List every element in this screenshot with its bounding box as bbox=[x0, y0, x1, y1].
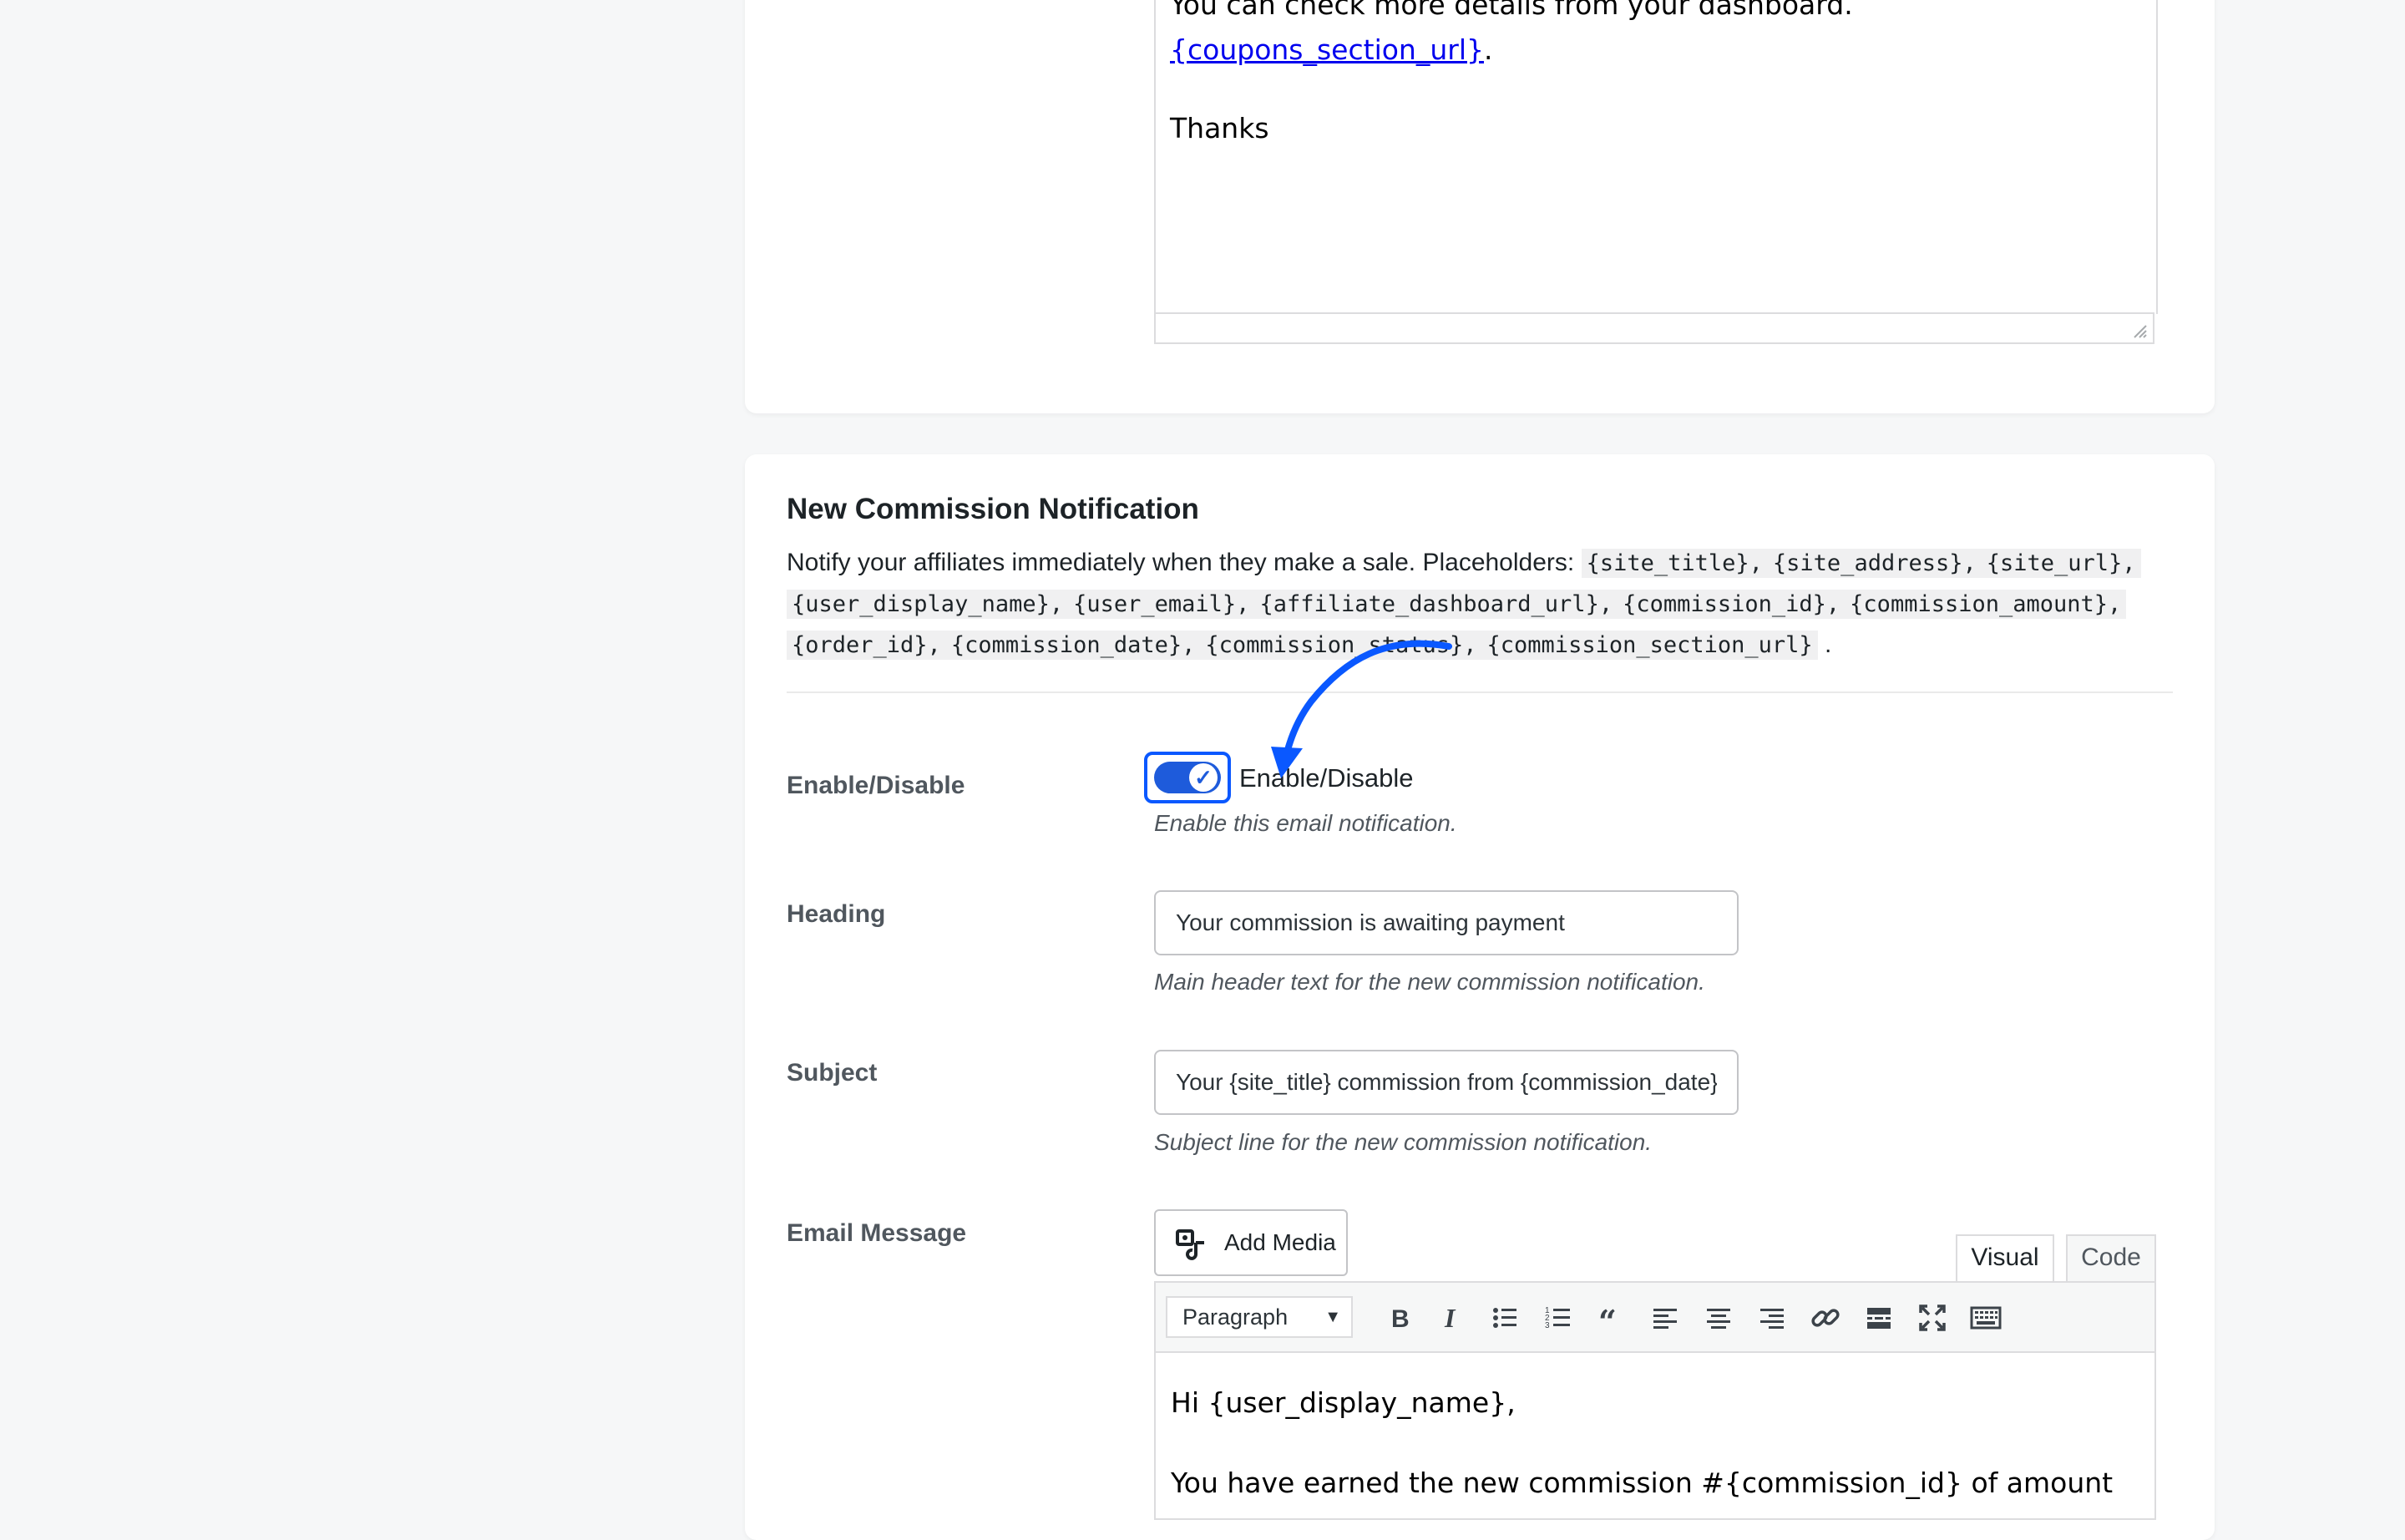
numbered-list-icon[interactable]: 1 2 3 bbox=[1542, 1301, 1575, 1335]
placeholder-commission-status: {commission_status}, bbox=[1200, 631, 1482, 660]
svg-text:B: B bbox=[1391, 1305, 1410, 1333]
placeholder-site-url: {site_url}, bbox=[1981, 549, 2141, 578]
checkmark-icon: ✓ bbox=[1189, 763, 1218, 792]
email-message-label: Email Message bbox=[787, 1219, 967, 1247]
format-select-value: Paragraph bbox=[1182, 1304, 1289, 1330]
italic-icon[interactable]: I bbox=[1435, 1301, 1468, 1335]
enable-toggle-highlight[interactable]: ✓ bbox=[1144, 752, 1231, 803]
enable-checkbox-label[interactable]: Enable/Disable bbox=[1239, 763, 1414, 793]
add-media-label: Add Media bbox=[1224, 1229, 1336, 1255]
tab-visual[interactable]: Visual bbox=[1956, 1234, 2054, 1284]
fullscreen-icon[interactable] bbox=[1916, 1301, 1949, 1335]
section-divider bbox=[787, 691, 2173, 693]
link-icon[interactable] bbox=[1809, 1301, 1842, 1335]
editor-line: You have earned the new commission #{com… bbox=[1171, 1467, 2114, 1499]
placeholder-commission-amount: {commission_amount}, bbox=[1845, 590, 2127, 619]
placeholder-user-email: {user_email}, bbox=[1068, 590, 1255, 619]
editor-line-link: {coupons_section_url}. bbox=[1170, 33, 1493, 66]
section-description: Notify your affiliates immediately when … bbox=[787, 543, 2173, 666]
heading-help-text: Main header text for the new commission … bbox=[1154, 969, 1705, 995]
editor-status-bar bbox=[1154, 312, 2154, 344]
subject-label: Subject bbox=[787, 1059, 878, 1087]
editor-line: Hi {user_display_name}, bbox=[1171, 1386, 1516, 1419]
placeholder-user-display-name: {user_display_name}, bbox=[787, 590, 1069, 619]
subject-input[interactable] bbox=[1154, 1050, 1739, 1115]
chevron-down-icon: ▼ bbox=[1324, 1308, 1341, 1326]
description-prefix: Notify your affiliates immediately when … bbox=[787, 549, 1575, 576]
align-left-icon[interactable] bbox=[1648, 1301, 1682, 1335]
svg-text:I: I bbox=[1444, 1303, 1456, 1333]
bold-icon[interactable]: B bbox=[1381, 1301, 1415, 1335]
tab-code[interactable]: Code bbox=[2066, 1234, 2156, 1281]
enable-disable-label: Enable/Disable bbox=[787, 772, 965, 799]
add-media-icon bbox=[1176, 1229, 1204, 1260]
resize-handle-icon[interactable] bbox=[2131, 322, 2148, 339]
placeholder-site-address: {site_address}, bbox=[1767, 549, 1982, 578]
previous-email-editor[interactable]: You can check more details from your das… bbox=[1154, 0, 2158, 314]
enable-help-text: Enable this email notification. bbox=[1154, 810, 1457, 836]
toolbar-toggle-icon[interactable] bbox=[1969, 1301, 2002, 1335]
svg-text:“: “ bbox=[1598, 1303, 1617, 1335]
placeholder-commission-date: {commission_date}, bbox=[945, 631, 1201, 660]
placeholder-commission-id: {commission_id}, bbox=[1618, 590, 1846, 619]
align-right-icon[interactable] bbox=[1755, 1301, 1789, 1335]
add-media-button[interactable]: Add Media bbox=[1154, 1209, 1348, 1276]
heading-input[interactable] bbox=[1154, 890, 1739, 955]
placeholder-affiliate-dashboard-url: {affiliate_dashboard_url}, bbox=[1254, 590, 1618, 619]
enable-toggle[interactable]: ✓ bbox=[1154, 762, 1221, 793]
section-title: New Commission Notification bbox=[787, 493, 1199, 525]
bullet-list-icon[interactable] bbox=[1488, 1301, 1521, 1335]
read-more-icon[interactable] bbox=[1862, 1301, 1896, 1335]
description-suffix: . bbox=[1825, 631, 1832, 658]
placeholder-order-id: {order_id}, bbox=[787, 631, 946, 660]
editor-line: You can check more details from your das… bbox=[1170, 0, 1853, 21]
placeholder-commission-section-url: {commission_section_url} bbox=[1481, 631, 1818, 660]
subject-help-text: Subject line for the new commission noti… bbox=[1154, 1129, 1653, 1155]
editor-toolbar: Paragraph ▼ B I 1 2 3 “ bbox=[1154, 1281, 2156, 1353]
heading-label: Heading bbox=[787, 900, 886, 928]
svg-text:3: 3 bbox=[1545, 1321, 1550, 1330]
blockquote-icon[interactable]: “ bbox=[1595, 1301, 1628, 1340]
link-suffix: . bbox=[1484, 33, 1493, 66]
placeholder-site-title: {site_title}, bbox=[1581, 549, 1768, 578]
coupons-section-url-link[interactable]: {coupons_section_url} bbox=[1170, 33, 1484, 66]
format-select[interactable]: Paragraph ▼ bbox=[1166, 1296, 1353, 1338]
align-center-icon[interactable] bbox=[1702, 1301, 1735, 1335]
editor-line: Thanks bbox=[1170, 112, 1269, 144]
email-message-editor[interactable]: Hi {user_display_name}, You have earned … bbox=[1154, 1353, 2156, 1520]
